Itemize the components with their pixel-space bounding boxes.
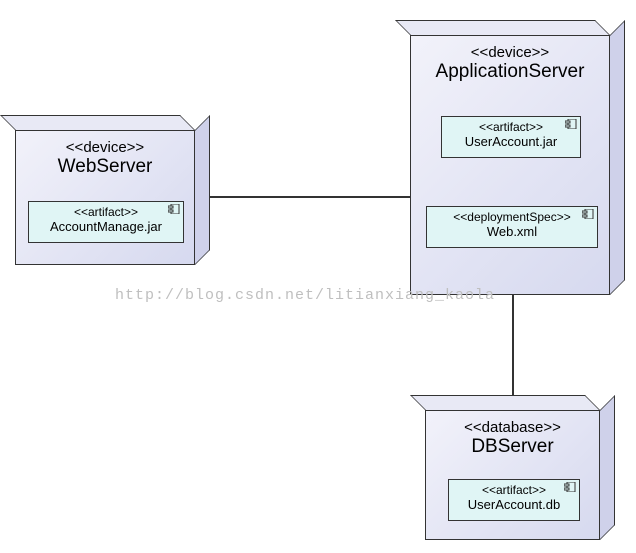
deployment-diagram: <<device>> WebServer <<artifact>> Accoun…: [0, 0, 636, 553]
artifact-icon: [582, 209, 594, 219]
dbserver-stereotype: <<database>>: [426, 419, 599, 436]
appserver-spec: <<deploymentSpec>> Web.xml: [426, 206, 598, 248]
appserver-artifact-name: UserAccount.jar: [448, 134, 574, 149]
dbserver-artifact-stereotype: <<artifact>>: [455, 483, 573, 497]
webserver-artifact: <<artifact>> AccountManage.jar: [28, 201, 184, 243]
connector-app-db: [512, 295, 514, 395]
artifact-icon: [168, 204, 180, 214]
webserver-artifact-stereotype: <<artifact>>: [35, 205, 177, 219]
appserver-spec-name: Web.xml: [433, 224, 591, 239]
artifact-icon: [565, 119, 577, 129]
dbserver-artifact: <<artifact>> UserAccount.db: [448, 479, 580, 521]
connector-web-app: [195, 196, 410, 198]
webserver-title: WebServer: [16, 156, 194, 178]
dbserver-artifact-name: UserAccount.db: [455, 497, 573, 512]
webserver-stereotype: <<device>>: [16, 139, 194, 156]
appserver-artifact: <<artifact>> UserAccount.jar: [441, 116, 581, 158]
appserver-artifact-stereotype: <<artifact>>: [448, 120, 574, 134]
artifact-icon: [564, 482, 576, 492]
appserver-title: ApplicationServer: [411, 61, 609, 83]
appserver-spec-stereotype: <<deploymentSpec>>: [433, 210, 591, 224]
webserver-artifact-name: AccountManage.jar: [35, 219, 177, 234]
dbserver-title: DBServer: [426, 436, 599, 458]
appserver-stereotype: <<device>>: [411, 44, 609, 61]
